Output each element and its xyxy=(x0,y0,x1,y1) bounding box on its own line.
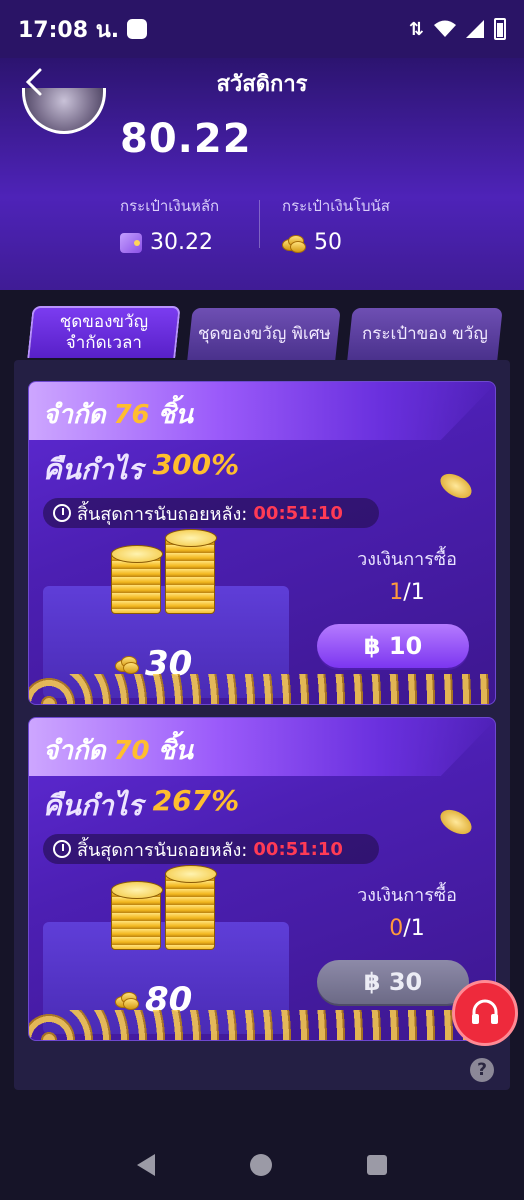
coin-decoration xyxy=(29,1010,495,1040)
main-wallet: กระเป๋าเงินหลัก 30.22 xyxy=(120,194,219,255)
tab-label: กระเป๋าของ ขวัญ xyxy=(362,323,488,344)
coin-pile-image xyxy=(103,864,233,984)
purchase-used: 0 xyxy=(389,916,404,941)
profit-prefix: คืนกำไร xyxy=(43,789,143,822)
nav-recent-button[interactable] xyxy=(366,1155,387,1175)
coin-decoration xyxy=(29,674,495,704)
signal-icon xyxy=(466,20,484,38)
coin-pile-image xyxy=(103,528,233,648)
bonus-wallet-value-row: 50 xyxy=(282,230,390,255)
top-bar: สวัสดิการ xyxy=(0,58,524,108)
profit-prefix: คืนกำไร xyxy=(43,453,143,486)
limit-suffix: ชิ้น xyxy=(157,736,194,766)
main-wallet-label: กระเป๋าเงินหลัก xyxy=(120,197,220,215)
tab-special-gift[interactable]: ชุดของขวัญ พิเศษ xyxy=(187,308,341,360)
profit-text: คืนกำไร 300% xyxy=(43,448,239,492)
limit-count: 70 xyxy=(113,736,150,766)
purchase-total: /1 xyxy=(403,916,425,941)
limit-suffix: ชิ้น xyxy=(157,400,194,430)
status-time: 17:08 น. xyxy=(18,17,120,43)
profit-text: คืนกำไร 267% xyxy=(43,784,239,828)
countdown-pill: สิ้นสุดการนับถอยหลัง: 00:51:10 xyxy=(43,834,379,864)
bonus-wallet: กระเป๋าเงินโบนัส 50 xyxy=(282,194,390,255)
system-icons: ⇅ xyxy=(409,18,506,40)
coins-icon xyxy=(115,654,139,674)
tab-limited-time-gift[interactable]: ชุดของขวัญ จำกัดเวลา xyxy=(27,306,181,358)
countdown-timer: 00:51:10 xyxy=(253,838,343,860)
total-balance: 80.22 xyxy=(120,116,252,162)
system-nav-bar xyxy=(0,1130,524,1200)
buy-button[interactable]: ฿ 30 xyxy=(317,960,469,1004)
purchase-limit-value: 1/1 xyxy=(329,580,485,605)
tab-label: ชุดของขวัญ พิเศษ xyxy=(197,323,331,344)
tab-label: ชุดของขวัญ จำกัดเวลา xyxy=(59,312,149,353)
gift-tabs: ชุดของขวัญ จำกัดเวลา ชุดของขวัญ พิเศษ กร… xyxy=(0,300,524,362)
back-button[interactable] xyxy=(16,64,52,100)
notification-icon xyxy=(127,19,148,39)
coin-sparkle xyxy=(436,804,476,840)
main-wallet-value-row: 30.22 xyxy=(120,230,219,255)
tab-gift-wallet[interactable]: กระเป๋าของ ขวัญ xyxy=(347,308,503,360)
limit-prefix: จำกัด xyxy=(43,736,106,766)
limit-count: 76 xyxy=(113,400,150,430)
countdown-label: สิ้นสุดการนับถอยหลัง: xyxy=(77,503,248,525)
buy-button[interactable]: ฿ 10 xyxy=(317,624,469,668)
battery-icon xyxy=(494,18,506,40)
bonus-wallet-label: กระเป๋าเงินโบนัส xyxy=(282,197,390,215)
coins-icon xyxy=(115,990,139,1010)
limit-text: จำกัด 76 ชิ้น xyxy=(43,394,193,435)
countdown-timer: 00:51:10 xyxy=(253,502,343,524)
nav-home-button[interactable] xyxy=(249,1154,272,1176)
gift-card: จำกัด 70 ชิ้น คืนกำไร 267% สิ้นสุดการนับ… xyxy=(28,717,496,1041)
data-transfer-icon: ⇅ xyxy=(408,18,424,40)
main-wallet-value: 30.22 xyxy=(150,230,213,255)
purchase-limit-value: 0/1 xyxy=(329,916,485,941)
page-title: สวัสดิการ xyxy=(216,71,308,97)
countdown-label: สิ้นสุดการนับถอยหลัง: xyxy=(77,839,248,861)
status-time-group: 17:08 น. xyxy=(18,12,148,47)
profile-header: สวัสดิการ 80.22 กระเป๋าเงินหลัก 30.22 กร… xyxy=(0,58,524,290)
profit-percent: 267% xyxy=(152,784,240,817)
clock-icon xyxy=(53,504,71,522)
limit-text: จำกัด 70 ชิ้น xyxy=(43,730,193,771)
purchase-limit-label: วงเงินการซื้อ xyxy=(357,885,457,906)
headset-icon xyxy=(472,999,498,1024)
limit-prefix: จำกัด xyxy=(43,400,106,430)
wallet-divider xyxy=(259,200,260,248)
purchase-used: 1 xyxy=(389,580,404,605)
status-bar: 17:08 น. ⇅ xyxy=(0,0,524,58)
coin-sparkle xyxy=(436,468,476,504)
purchase-limit-label: วงเงินการซื้อ xyxy=(357,549,457,570)
clock-icon xyxy=(53,840,71,858)
wallet-icon xyxy=(120,232,142,253)
coins-icon xyxy=(282,233,306,253)
customer-support-button[interactable] xyxy=(452,980,518,1046)
purchase-total: /1 xyxy=(403,580,425,605)
gift-card: จำกัด 76 ชิ้น คืนกำไร 300% สิ้นสุดการนับ… xyxy=(28,381,496,705)
countdown-pill: สิ้นสุดการนับถอยหลัง: 00:51:10 xyxy=(43,498,379,528)
help-icon[interactable]: ? xyxy=(470,1058,494,1082)
nav-back-button[interactable] xyxy=(137,1154,156,1176)
bonus-wallet-value: 50 xyxy=(314,230,342,255)
profit-percent: 300% xyxy=(152,448,240,481)
back-icon xyxy=(25,68,42,96)
wifi-icon xyxy=(434,20,456,37)
